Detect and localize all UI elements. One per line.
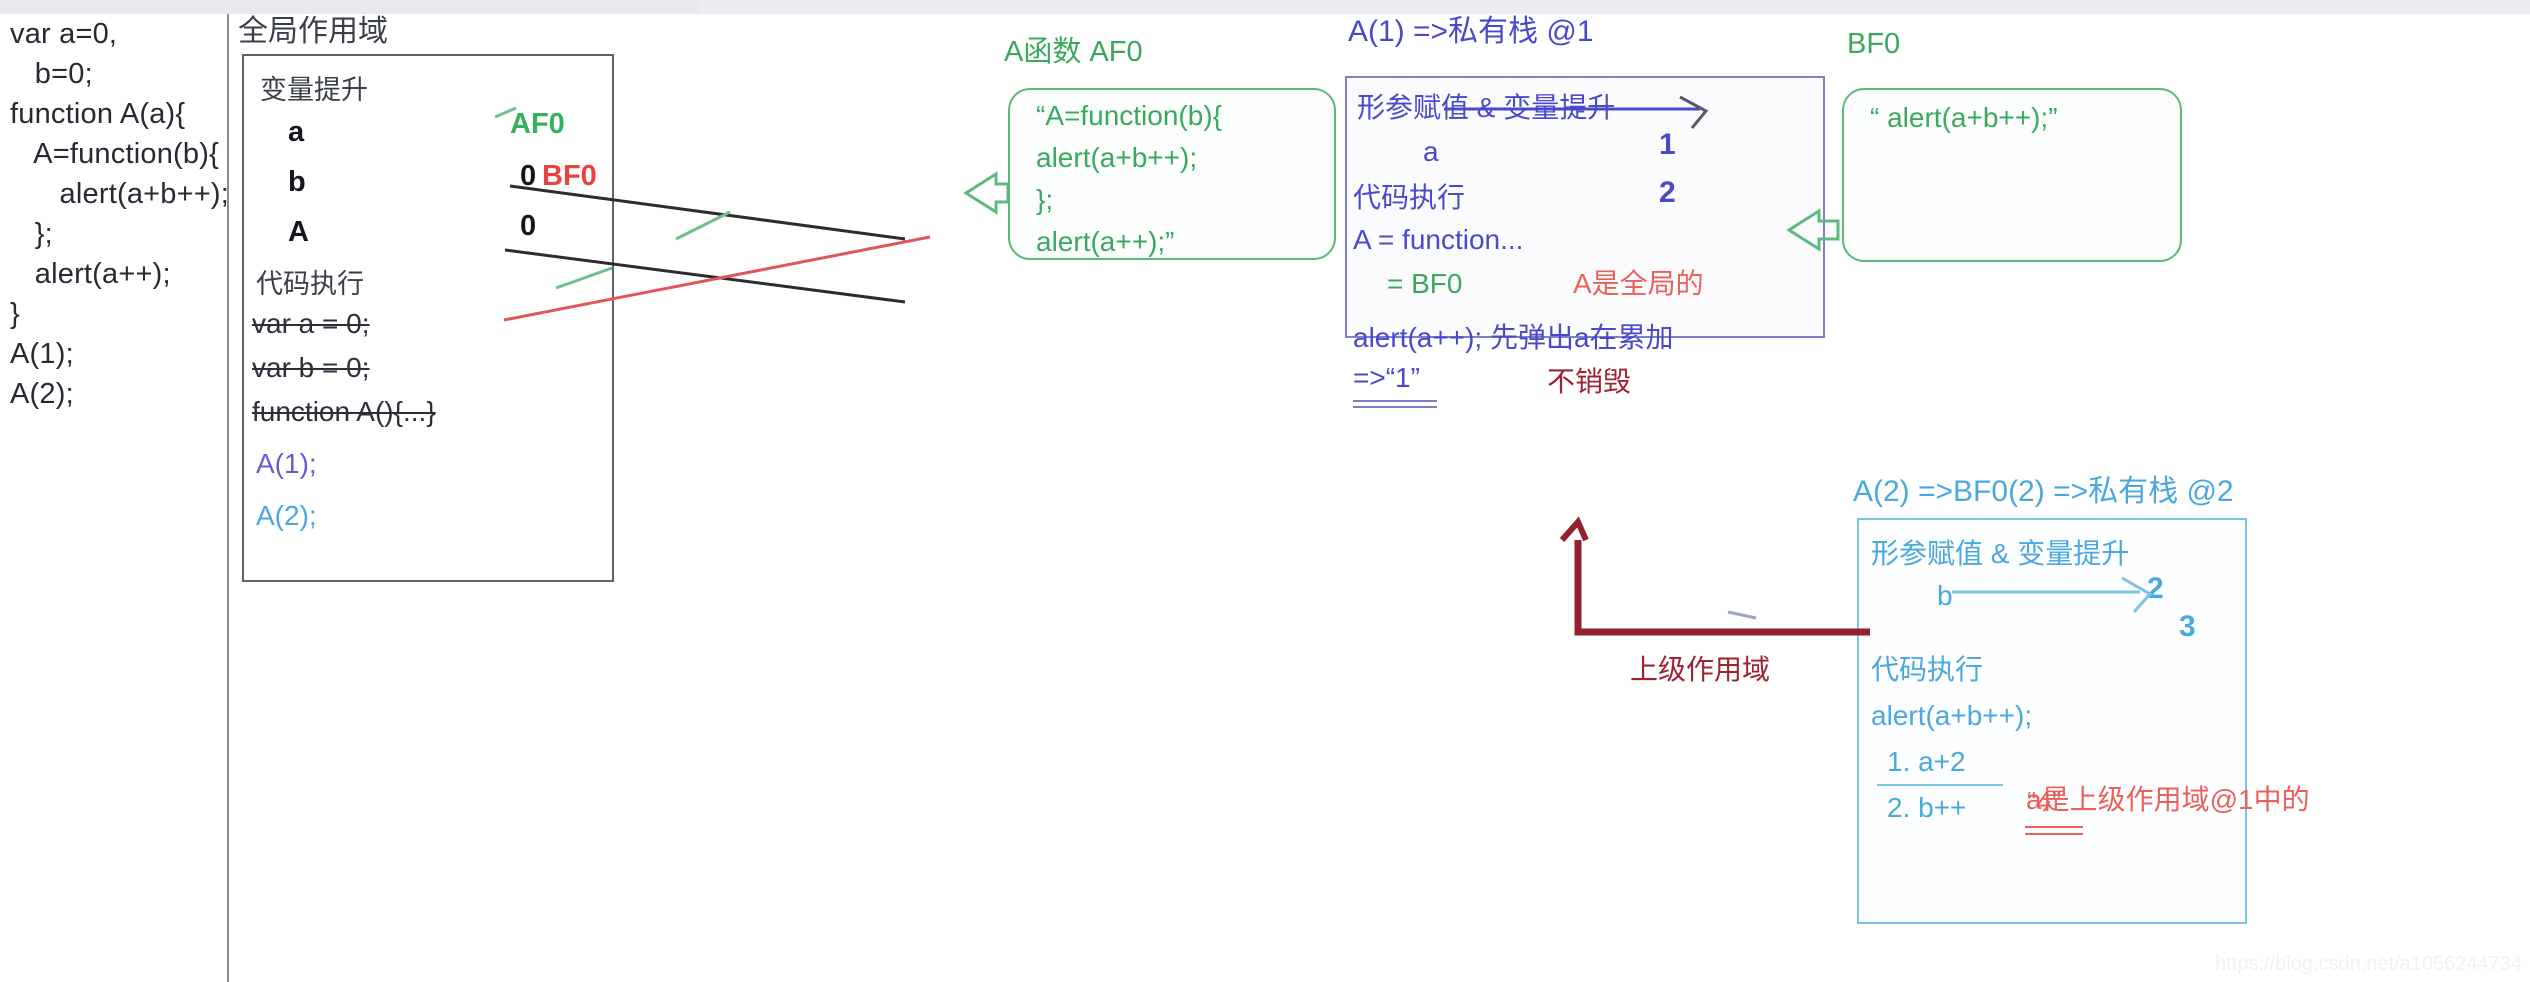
arrow-af0-to-global [963, 171, 1010, 215]
squiggle-mark [1727, 610, 1757, 620]
a2-heading: A(2) =>BF0(2) =>私有栈 @2 [1853, 475, 2234, 508]
bf0-heading: BF0 [1847, 28, 1901, 60]
af0-line-4: alert(a++);” [1036, 226, 1175, 257]
panel-divider [227, 14, 229, 982]
global-exec-label: 代码执行 [256, 269, 364, 299]
global-var-b: b [288, 166, 306, 198]
strike-mark-a [675, 210, 731, 241]
scope-chain-connector [1574, 540, 1870, 636]
a1-heading: A(1) =>私有栈 @1 [1348, 15, 1594, 48]
bf0-box: “ alert(a+b++);” [1842, 88, 2182, 262]
a1-note-global: A是全局的 [1573, 268, 1704, 299]
code-line-10: A(2); [10, 378, 74, 410]
code-line-4: A=function(b){ [10, 138, 219, 170]
a1-param-name: a [1423, 136, 1439, 167]
code-line-6: }; [10, 218, 53, 250]
global-af0-label: AF0 [510, 108, 565, 140]
a1-param-value-2: 2 [1659, 176, 1676, 209]
a1-alert-line: alert(a++); 先弹出a在累加 [1353, 322, 1674, 353]
a1-assign-line: A = function... [1353, 224, 1524, 255]
a2-step-1-underline [1877, 784, 2003, 786]
a2-param-value: 2 [2147, 572, 2164, 605]
global-bf0-label: BF0 [542, 160, 597, 192]
global-call-a2: A(2); [256, 500, 317, 531]
af0-heading: A函数 AF0 [1004, 36, 1143, 68]
code-line-9: A(1); [10, 338, 74, 370]
global-value-a: 0 [520, 160, 537, 192]
a2-note-parent: a是上级作用域@1中的 [2026, 784, 2310, 815]
code-line-8: } [10, 298, 20, 330]
code-line-5: alert(a+b++); [10, 178, 229, 210]
a1-scope-box: 形参赋值 & 变量提升 a 1 2 代码执行 A = function... =… [1345, 76, 1825, 408]
global-exec-line-1: var a = 0; [252, 308, 370, 339]
a1-result: =>“1” [1353, 362, 1420, 393]
code-line-2: b=0; [10, 58, 93, 90]
a2-step-1: 1. a+2 [1887, 746, 1966, 777]
global-var-a: a [288, 116, 305, 148]
global-var-A: A [288, 216, 309, 248]
scope-chain-arrowhead [1559, 516, 1589, 542]
a2-step-2: 2. b++ [1887, 792, 1967, 823]
a2-hoisting-label: 形参赋值 & 变量提升 [1871, 538, 2130, 569]
a2-alert-line: alert(a+b++); [1871, 700, 2033, 731]
af0-line-3: }; [1036, 184, 1054, 215]
a1-note-keep: 不销毁 [1547, 366, 1632, 397]
top-band-highlight [700, 0, 2530, 14]
bf0-line-1: “ alert(a+b++);” [1870, 102, 2058, 133]
a2-result-underline-2 [2025, 833, 2083, 835]
a1-result-underline-1 [1353, 400, 1437, 402]
global-exec-line-3: function A(){...} [252, 396, 436, 427]
global-call-a1: A(1); [256, 448, 317, 479]
af0-box: “A=function(b){ alert(a+b++); }; alert(a… [1008, 88, 1336, 260]
global-value-b: 0 [520, 210, 537, 242]
a1-exec-label: 代码执行 [1353, 182, 1466, 213]
a1-result-underline-2 [1353, 406, 1437, 408]
diagram-canvas: var a=0, b=0; function A(a){ A=function(… [0, 0, 2530, 982]
global-scope-box: 变量提升 a b A 0 0 AF0 BF0 代码执行 var a = 0; v… [242, 54, 614, 582]
a2-param-name: b [1937, 580, 1953, 611]
af0-line-2: alert(a+b++); [1036, 142, 1198, 173]
a2-exec-label: 代码执行 [1871, 654, 1984, 685]
source-code-panel: var a=0, b=0; function A(a){ A=function(… [6, 14, 229, 982]
code-line-1: var a=0, [10, 18, 118, 50]
a2-scope-box: 形参赋值 & 变量提升 b 2 3 代码执行 alert(a+b++); 1. … [1857, 518, 2247, 924]
code-line-3: function A(a){ [10, 98, 186, 130]
a1-hoisting-label: 形参赋值 & 变量提升 [1357, 92, 1616, 123]
global-exec-line-2: var b = 0; [252, 352, 370, 383]
a2-param-value-2: 3 [2179, 610, 2196, 643]
a2-result-underline-1 [2025, 826, 2083, 828]
code-line-7: alert(a++); [10, 258, 171, 290]
global-scope-title: 全局作用域 [238, 15, 388, 48]
a1-param-value: 1 [1659, 128, 1676, 161]
global-hoisting-label: 变量提升 [260, 75, 368, 105]
watermark: https://blog.csdn.net/a1056244734 [2215, 953, 2522, 975]
af0-line-1: “A=function(b){ [1036, 100, 1222, 131]
scope-chain-label: 上级作用域 [1630, 654, 1771, 685]
a1-assign-value: = BF0 [1387, 268, 1463, 299]
